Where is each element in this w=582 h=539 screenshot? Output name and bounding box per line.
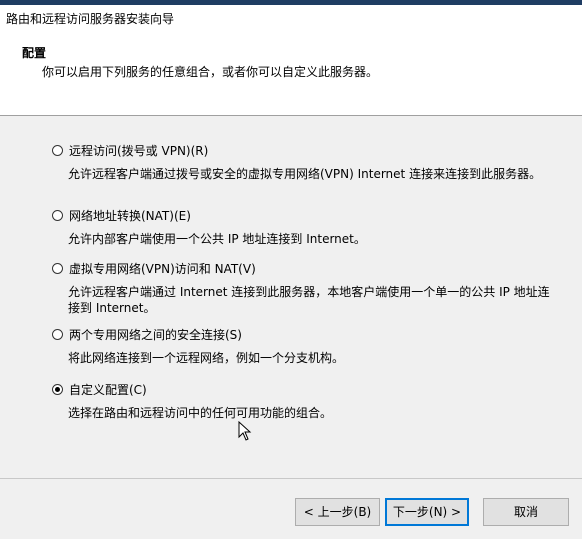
option-label[interactable]: 两个专用网络之间的安全连接(S) — [69, 328, 242, 342]
options-panel: 远程访问(拨号或 VPN)(R) 允许远程客户端通过拨号或安全的虚拟专用网络(V… — [0, 116, 582, 478]
radio-nat[interactable] — [52, 210, 63, 221]
radio-vpn-and-nat[interactable] — [52, 263, 63, 274]
option-description: 将此网络连接到一个远程网络，例如一个分支机构。 — [68, 351, 345, 365]
back-button-label: < 上一步(B) — [303, 505, 372, 519]
option-description: 允许远程客户端通过拨号或安全的虚拟专用网络(VPN) Internet 连接来连… — [68, 167, 542, 181]
option-description: 允许内部客户端使用一个公共 IP 地址连接到 Internet。 — [68, 232, 366, 246]
option-label[interactable]: 自定义配置(C) — [69, 383, 147, 397]
option-label[interactable]: 虚拟专用网络(VPN)访问和 NAT(V) — [69, 262, 256, 276]
option-description: 允许远程客户端通过 Internet 连接到此服务器，本地客户端使用一个单一的公… — [68, 285, 550, 315]
option-description: 选择在路由和远程访问中的任何可用功能的组合。 — [68, 406, 333, 420]
cancel-button-label: 取消 — [513, 505, 538, 519]
radio-custom-configuration[interactable] — [52, 384, 63, 395]
radio-secure-connection[interactable] — [52, 329, 63, 340]
option-label[interactable]: 远程访问(拨号或 VPN)(R) — [69, 144, 208, 158]
wizard-header: 配置 你可以启用下列服务的任意组合，或者你可以自定义此服务器。 — [0, 36, 582, 116]
option-label[interactable]: 网络地址转换(NAT)(E) — [69, 209, 191, 223]
radio-remote-access[interactable] — [52, 145, 63, 156]
window-title-bar: 路由和远程访问服务器安装向导 — [0, 0, 582, 36]
page-title: 配置 — [22, 46, 47, 60]
mouse-pointer-icon — [238, 421, 252, 441]
title-strip — [0, 0, 582, 5]
window-title: 路由和远程访问服务器安装向导 — [6, 12, 175, 26]
page-subtitle: 你可以启用下列服务的任意组合，或者你可以自定义此服务器。 — [42, 65, 379, 79]
back-button[interactable]: < 上一步(B) — [295, 498, 380, 526]
next-button[interactable]: 下一步(N) > — [385, 498, 469, 526]
cancel-button[interactable]: 取消 — [483, 498, 569, 526]
next-button-label: 下一步(N) > — [392, 505, 462, 519]
footer-divider — [0, 478, 582, 479]
